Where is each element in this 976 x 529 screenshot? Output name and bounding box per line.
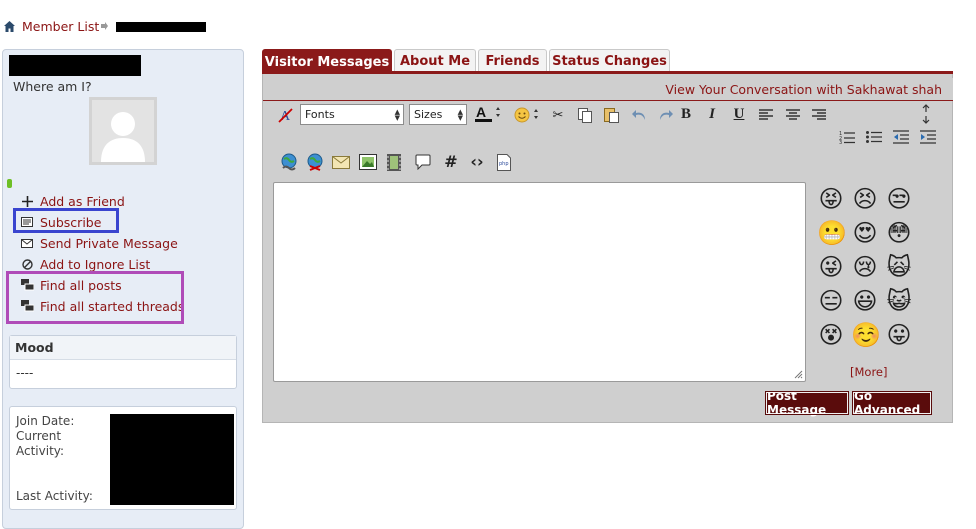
tab-about-me[interactable]: About Me bbox=[394, 49, 476, 73]
user-title: Where am I? bbox=[13, 79, 92, 94]
post-message-button[interactable]: Post Message bbox=[765, 389, 849, 417]
updown-icon: ▲ ▼ bbox=[457, 107, 463, 122]
copy-icon[interactable] bbox=[575, 105, 595, 125]
tab-status-changes[interactable]: Status Changes bbox=[549, 49, 670, 73]
mood-title: Mood bbox=[15, 340, 54, 355]
outdent-icon[interactable] bbox=[891, 127, 911, 147]
insert-video-icon[interactable] bbox=[384, 152, 404, 172]
private-message-label: Send Private Message bbox=[40, 235, 178, 251]
svg-text:3: 3 bbox=[839, 140, 842, 144]
smilie-menu-icon[interactable] bbox=[512, 105, 542, 125]
ordered-list-icon[interactable]: 123 bbox=[837, 127, 857, 147]
smilie-dizzy-icon[interactable]: 😵 bbox=[817, 321, 845, 349]
block-icon bbox=[20, 257, 34, 271]
purple-highlight-box bbox=[6, 271, 184, 324]
current-activity-label: Current Activity: bbox=[16, 429, 65, 458]
send-private-message-link[interactable]: Send Private Message bbox=[20, 234, 178, 252]
resize-grip-icon[interactable] bbox=[794, 370, 803, 379]
smilie-frustrated-icon[interactable]: 😣 bbox=[851, 185, 879, 213]
mood-value: ---- bbox=[16, 366, 34, 380]
default-avatar-icon bbox=[92, 100, 154, 162]
align-left-icon[interactable] bbox=[756, 105, 776, 125]
insert-email-icon[interactable] bbox=[331, 152, 351, 172]
quote-icon[interactable] bbox=[413, 152, 433, 172]
ignore-label: Add to Ignore List bbox=[40, 256, 151, 272]
smilie-tongue-out-icon[interactable]: 😛 bbox=[885, 321, 913, 349]
indent-icon[interactable] bbox=[918, 127, 938, 147]
smilie-grimace-icon[interactable]: 😬 bbox=[817, 219, 847, 247]
home-icon[interactable] bbox=[3, 20, 16, 33]
join-date-label: Join Date: bbox=[16, 414, 75, 428]
redacted-breadcrumb bbox=[116, 22, 206, 32]
align-right-icon[interactable] bbox=[809, 105, 829, 125]
undo-icon[interactable] bbox=[630, 105, 650, 125]
insert-link-icon[interactable] bbox=[279, 152, 299, 172]
redacted-activity-values bbox=[110, 414, 234, 505]
insert-image-icon[interactable] bbox=[358, 152, 378, 172]
remove-format-icon[interactable]: A bbox=[276, 105, 296, 125]
breadcrumb-member-list[interactable]: Member List bbox=[22, 19, 99, 34]
text-color-icon[interactable]: A bbox=[473, 104, 503, 124]
view-conversation-link[interactable]: View Your Conversation with Sakhawat sha… bbox=[665, 82, 942, 97]
last-activity-label: Last Activity: bbox=[16, 489, 93, 503]
font-select-value: Fonts bbox=[305, 108, 335, 121]
unordered-list-icon[interactable] bbox=[864, 127, 884, 147]
php-code-icon[interactable]: php bbox=[494, 152, 514, 172]
online-status-indicator bbox=[7, 179, 12, 188]
plus-icon bbox=[20, 194, 34, 208]
smilie-unamused-icon[interactable]: 😒 bbox=[885, 185, 913, 213]
add-friend-label: Add as Friend bbox=[40, 193, 125, 209]
underline-icon[interactable]: U bbox=[729, 104, 749, 124]
smilie-cat-icon[interactable]: 😺 bbox=[885, 287, 913, 315]
more-smilies-link[interactable]: [More] bbox=[850, 365, 887, 379]
breadcrumb-arrow-icon bbox=[101, 22, 108, 30]
svg-text:php: php bbox=[499, 161, 509, 167]
smilie-heart-eyes-icon[interactable]: 😍 bbox=[851, 219, 879, 247]
smilie-blush-icon[interactable]: ☺️ bbox=[851, 321, 881, 349]
redo-icon[interactable] bbox=[655, 105, 675, 125]
remove-link-icon[interactable] bbox=[305, 152, 325, 172]
smilie-smile-icon[interactable]: 😃 bbox=[851, 287, 879, 315]
cut-icon[interactable]: ✂ bbox=[548, 105, 568, 125]
smilie-scared-cat-icon[interactable]: 🙀 bbox=[885, 253, 913, 281]
hash-icon[interactable]: # bbox=[441, 151, 461, 171]
paste-icon[interactable] bbox=[601, 105, 621, 125]
smilie-expressionless-icon[interactable]: 😑 bbox=[817, 287, 845, 315]
envelope-icon bbox=[20, 236, 34, 250]
redacted-username bbox=[9, 55, 141, 76]
blue-highlight-box bbox=[13, 208, 119, 233]
svg-text:A: A bbox=[476, 104, 486, 120]
message-editor[interactable] bbox=[273, 182, 806, 382]
avatar bbox=[89, 97, 157, 165]
smilie-wink-tongue-icon[interactable]: 😜 bbox=[817, 253, 845, 281]
size-select-value: Sizes bbox=[414, 108, 443, 121]
tab-friends[interactable]: Friends bbox=[478, 49, 547, 73]
italic-icon[interactable]: I bbox=[702, 104, 722, 124]
updown-icon: ▲ ▼ bbox=[394, 107, 400, 122]
size-select[interactable]: Sizes ▲ ▼ bbox=[409, 104, 467, 125]
smilie-flushed-icon[interactable]: 😳 bbox=[885, 219, 913, 247]
toolbar-expand-icon[interactable] bbox=[916, 104, 936, 124]
code-icon[interactable]: ‹› bbox=[467, 151, 487, 171]
smilie-tongue-icon[interactable]: 😝 bbox=[817, 185, 845, 213]
smilie-crying-icon[interactable]: 😢 bbox=[851, 253, 879, 281]
font-select[interactable]: Fonts ▲ ▼ bbox=[300, 104, 404, 125]
bold-icon[interactable]: B bbox=[676, 104, 696, 124]
align-center-icon[interactable] bbox=[783, 105, 803, 125]
go-advanced-button[interactable]: Go Advanced bbox=[852, 389, 932, 417]
